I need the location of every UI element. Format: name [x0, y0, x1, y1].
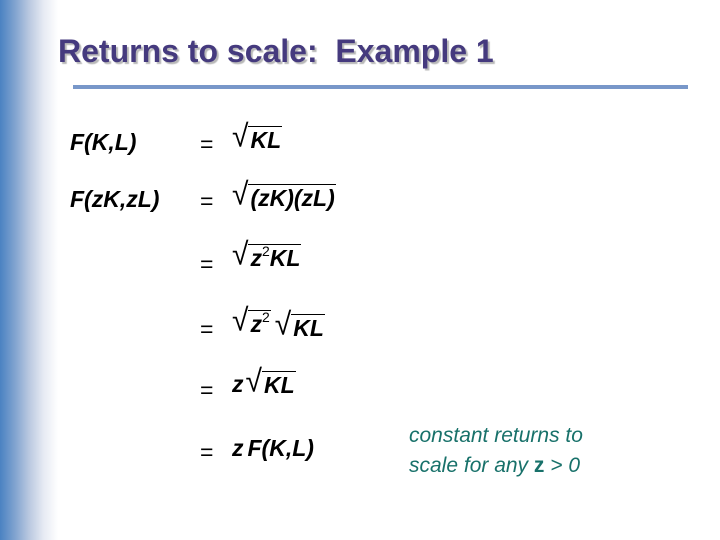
equals-sign: = [200, 251, 214, 277]
equation-rhs: √ (zK)(zL) [232, 177, 336, 212]
radical-sign-icon: √ [232, 237, 249, 272]
note-line-2: scale for any z > 0 [409, 451, 583, 481]
exponent: 2 [261, 309, 270, 325]
radicand: z2KL [248, 243, 302, 271]
note-text: scale for any [409, 454, 534, 477]
prefix-variable: z [232, 435, 244, 461]
radicand: (zK)(zL) [248, 184, 336, 211]
equals-sign: = [200, 316, 214, 342]
square-root: √ KL [274, 307, 325, 342]
equation-rhs: √ KL [232, 119, 283, 154]
radical-sign-icon: √ [232, 303, 249, 338]
equation-lhs: F(zK,zL) [70, 186, 160, 212]
annotation-note: constant returns to scale for any z > 0 [409, 421, 583, 481]
exponent: 2 [261, 243, 270, 259]
square-root: √ z2 [232, 303, 271, 338]
function-expression: F(K,L) [247, 435, 314, 461]
title-underline [73, 85, 688, 89]
radical-sign-icon: √ [232, 177, 249, 212]
radical-sign-icon: √ [274, 307, 292, 342]
side-gradient-bar [0, 0, 58, 540]
square-root: √ z2KL [232, 237, 302, 272]
radicand: KL [261, 371, 296, 398]
equation-rhs: z √ KL [232, 364, 296, 399]
radicand: KL [291, 314, 325, 341]
radical-sign-icon: √ [232, 119, 249, 154]
equation-rhs: √ z2KL [232, 237, 302, 272]
radicand-base: z [250, 245, 262, 271]
square-root: √ KL [232, 119, 283, 154]
radical-sign-icon: √ [245, 364, 262, 399]
slide-title: Returns to scale: Example 1 [58, 33, 494, 69]
radicand-base: z [250, 311, 262, 337]
equals-sign: = [200, 131, 214, 157]
equation-lhs: F(K,L) [70, 129, 137, 155]
radicand: z2 [248, 309, 271, 337]
radicand-rest: KL [269, 245, 301, 271]
prefix-variable: z [232, 371, 244, 397]
note-line-1: constant returns to [409, 424, 583, 447]
radicand: KL [248, 126, 283, 153]
equals-sign: = [200, 439, 214, 465]
equation-rhs: √ z2 √ KL [232, 303, 325, 340]
square-root: √ KL [245, 364, 296, 399]
equation-rhs: z F(K,L) [232, 437, 314, 461]
equals-sign: = [200, 377, 214, 403]
equals-sign: = [200, 188, 214, 214]
note-variable: z [533, 454, 545, 477]
note-condition: > 0 [544, 454, 581, 477]
square-root: √ (zK)(zL) [232, 177, 336, 212]
